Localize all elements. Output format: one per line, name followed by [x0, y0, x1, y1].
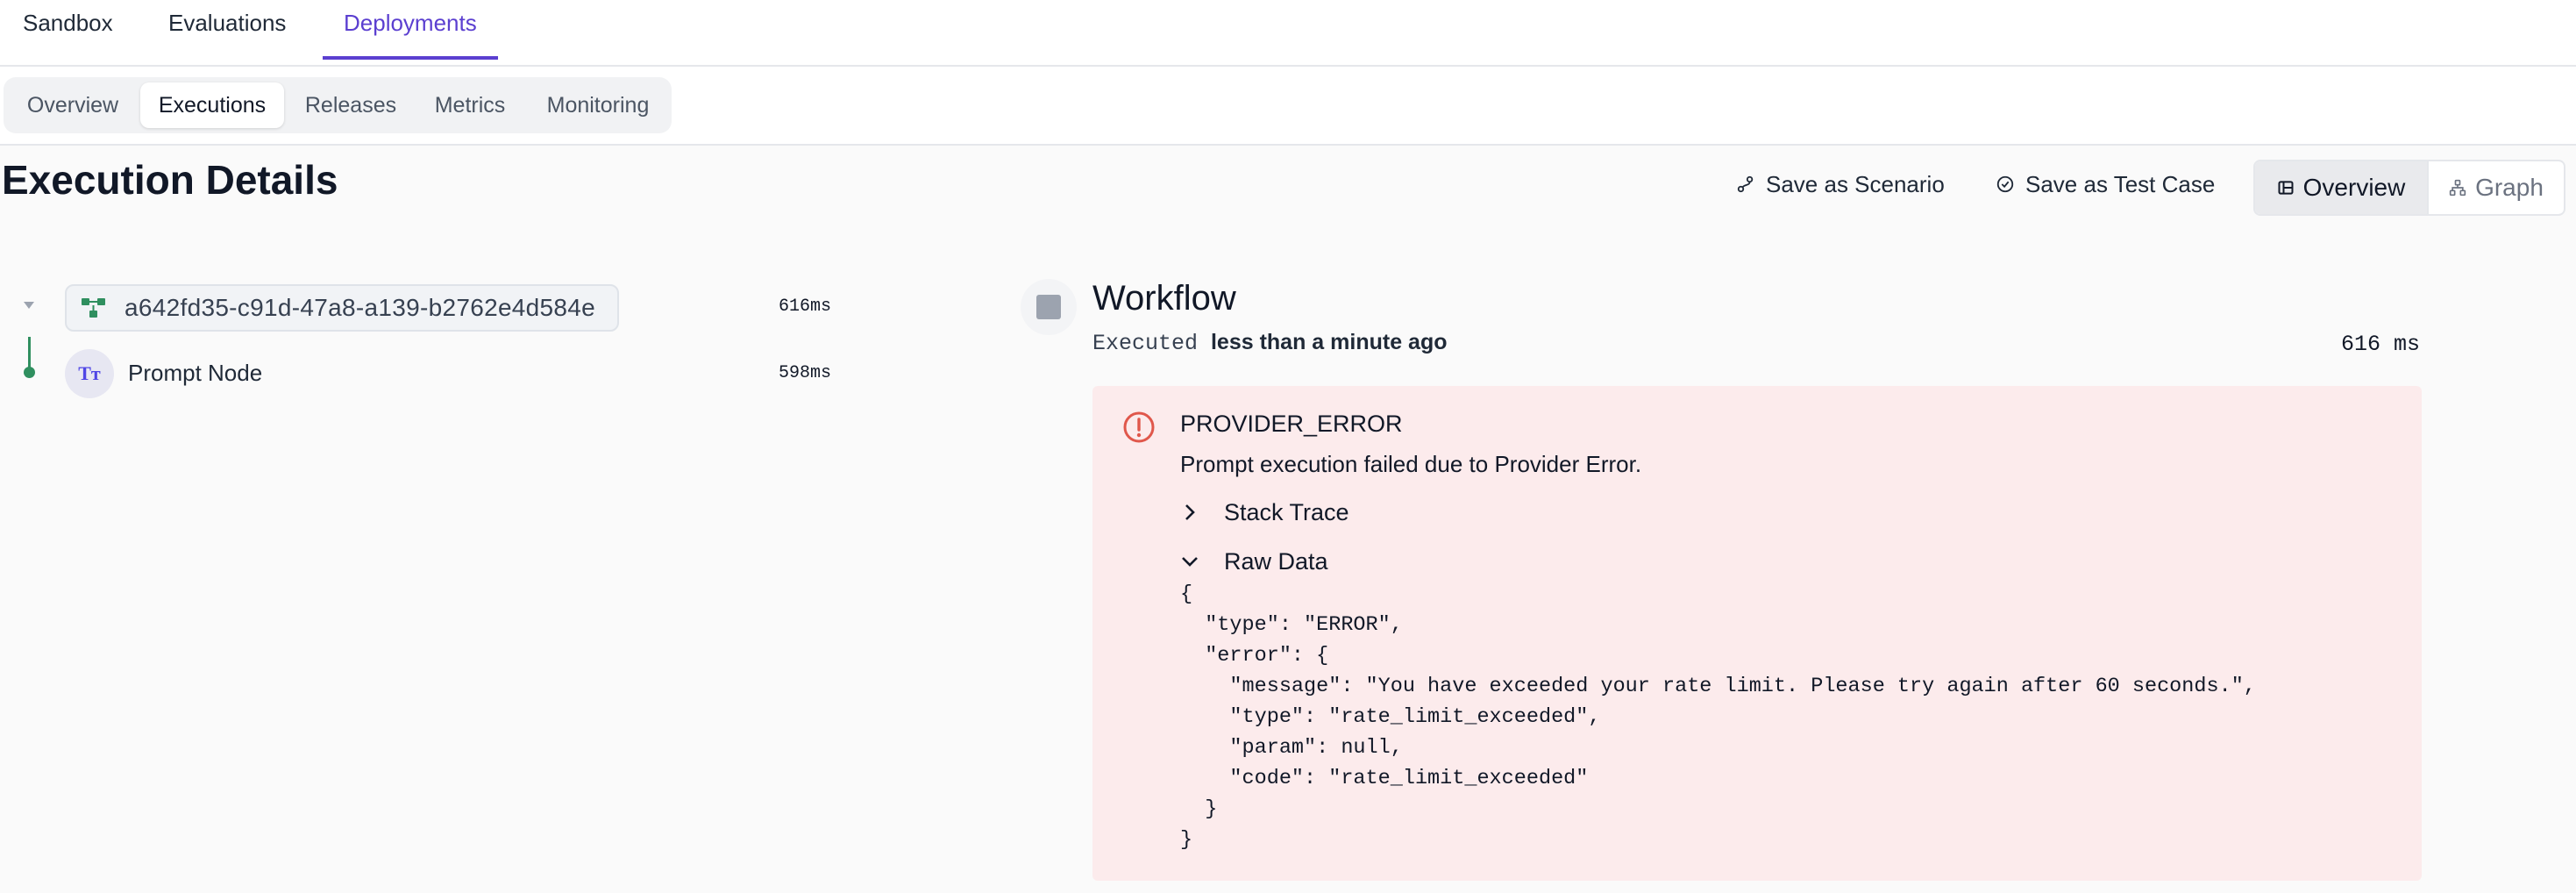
prompt-node-label[interactable]: Prompt Node — [128, 360, 262, 387]
executed-line: Executed less than a minute ago — [1092, 330, 1448, 356]
executed-time: less than a minute ago — [1210, 330, 1448, 354]
prompt-node-duration: 598ms — [779, 363, 832, 383]
raw-data-label: Raw Data — [1224, 547, 1328, 575]
collapse-caret-icon[interactable] — [23, 301, 35, 310]
chevron-down-icon — [1182, 557, 1198, 567]
executed-label: Executed — [1092, 331, 1199, 356]
stack-trace-label: Stack Trace — [1224, 498, 1349, 525]
test-case-icon — [1996, 175, 2014, 193]
top-nav: Sandbox Evaluations Deployments — [0, 0, 2576, 67]
subtab-metrics[interactable]: Metrics — [416, 82, 524, 128]
subtab-overview[interactable]: Overview — [9, 82, 137, 128]
tree-connector-dot — [24, 367, 35, 378]
alert-circle-icon — [1123, 411, 1155, 443]
tab-sandbox[interactable]: Sandbox — [2, 0, 134, 60]
root-duration: 616ms — [779, 296, 832, 317]
save-as-scenario-label: Save as Scenario — [1766, 170, 1945, 197]
text-type-icon: Tт — [78, 362, 101, 384]
raw-data-json: { "type": "ERROR", "error": { "message":… — [1180, 582, 2256, 852]
view-overview-button[interactable]: Overview — [2255, 161, 2427, 214]
save-as-test-case-button[interactable]: Save as Test Case — [1996, 167, 2215, 202]
error-panel: PROVIDER_ERROR Prompt execution failed d… — [1092, 386, 2422, 881]
sub-nav-bar: Overview Executions Releases Metrics Mon… — [0, 67, 2576, 146]
graph-icon — [2449, 179, 2466, 196]
workflow-icon — [82, 298, 105, 318]
scenario-icon — [1737, 175, 1754, 193]
tab-deployments[interactable]: Deployments — [323, 0, 498, 60]
subtab-releases[interactable]: Releases — [289, 82, 412, 128]
subtab-monitoring[interactable]: Monitoring — [528, 82, 668, 128]
view-overview-label: Overview — [2302, 174, 2406, 201]
save-as-test-case-label: Save as Test Case — [2025, 170, 2216, 197]
chevron-right-icon — [1185, 504, 1195, 520]
view-graph-label: Graph — [2475, 174, 2544, 201]
stop-icon — [1036, 295, 1061, 319]
view-toggle: Overview Graph — [2253, 160, 2565, 216]
execution-id: a642fd35-c91d-47a8-a139-b2762e4d584e — [125, 294, 596, 321]
status-indicator — [1021, 279, 1077, 335]
error-code: PROVIDER_ERROR — [1180, 411, 1403, 437]
prompt-node-avatar: Tт — [65, 349, 114, 398]
subtab-executions[interactable]: Executions — [140, 82, 284, 128]
layout-icon — [2278, 181, 2294, 195]
stack-trace-toggle[interactable]: Stack Trace — [1180, 495, 1349, 530]
view-graph-button[interactable]: Graph — [2429, 161, 2564, 214]
save-as-scenario-button[interactable]: Save as Scenario — [1736, 167, 1945, 202]
tab-evaluations[interactable]: Evaluations — [147, 0, 307, 60]
page-title: Execution Details — [2, 157, 338, 203]
sub-nav: Overview Executions Releases Metrics Mon… — [4, 77, 672, 133]
detail-duration: 616 ms — [2340, 332, 2420, 357]
tree-root-node[interactable]: a642fd35-c91d-47a8-a139-b2762e4d584e — [65, 284, 619, 332]
detail-title: Workflow — [1092, 279, 1236, 318]
error-message: Prompt execution failed due to Provider … — [1180, 451, 1642, 477]
raw-data-toggle[interactable]: Raw Data — [1180, 544, 1328, 579]
